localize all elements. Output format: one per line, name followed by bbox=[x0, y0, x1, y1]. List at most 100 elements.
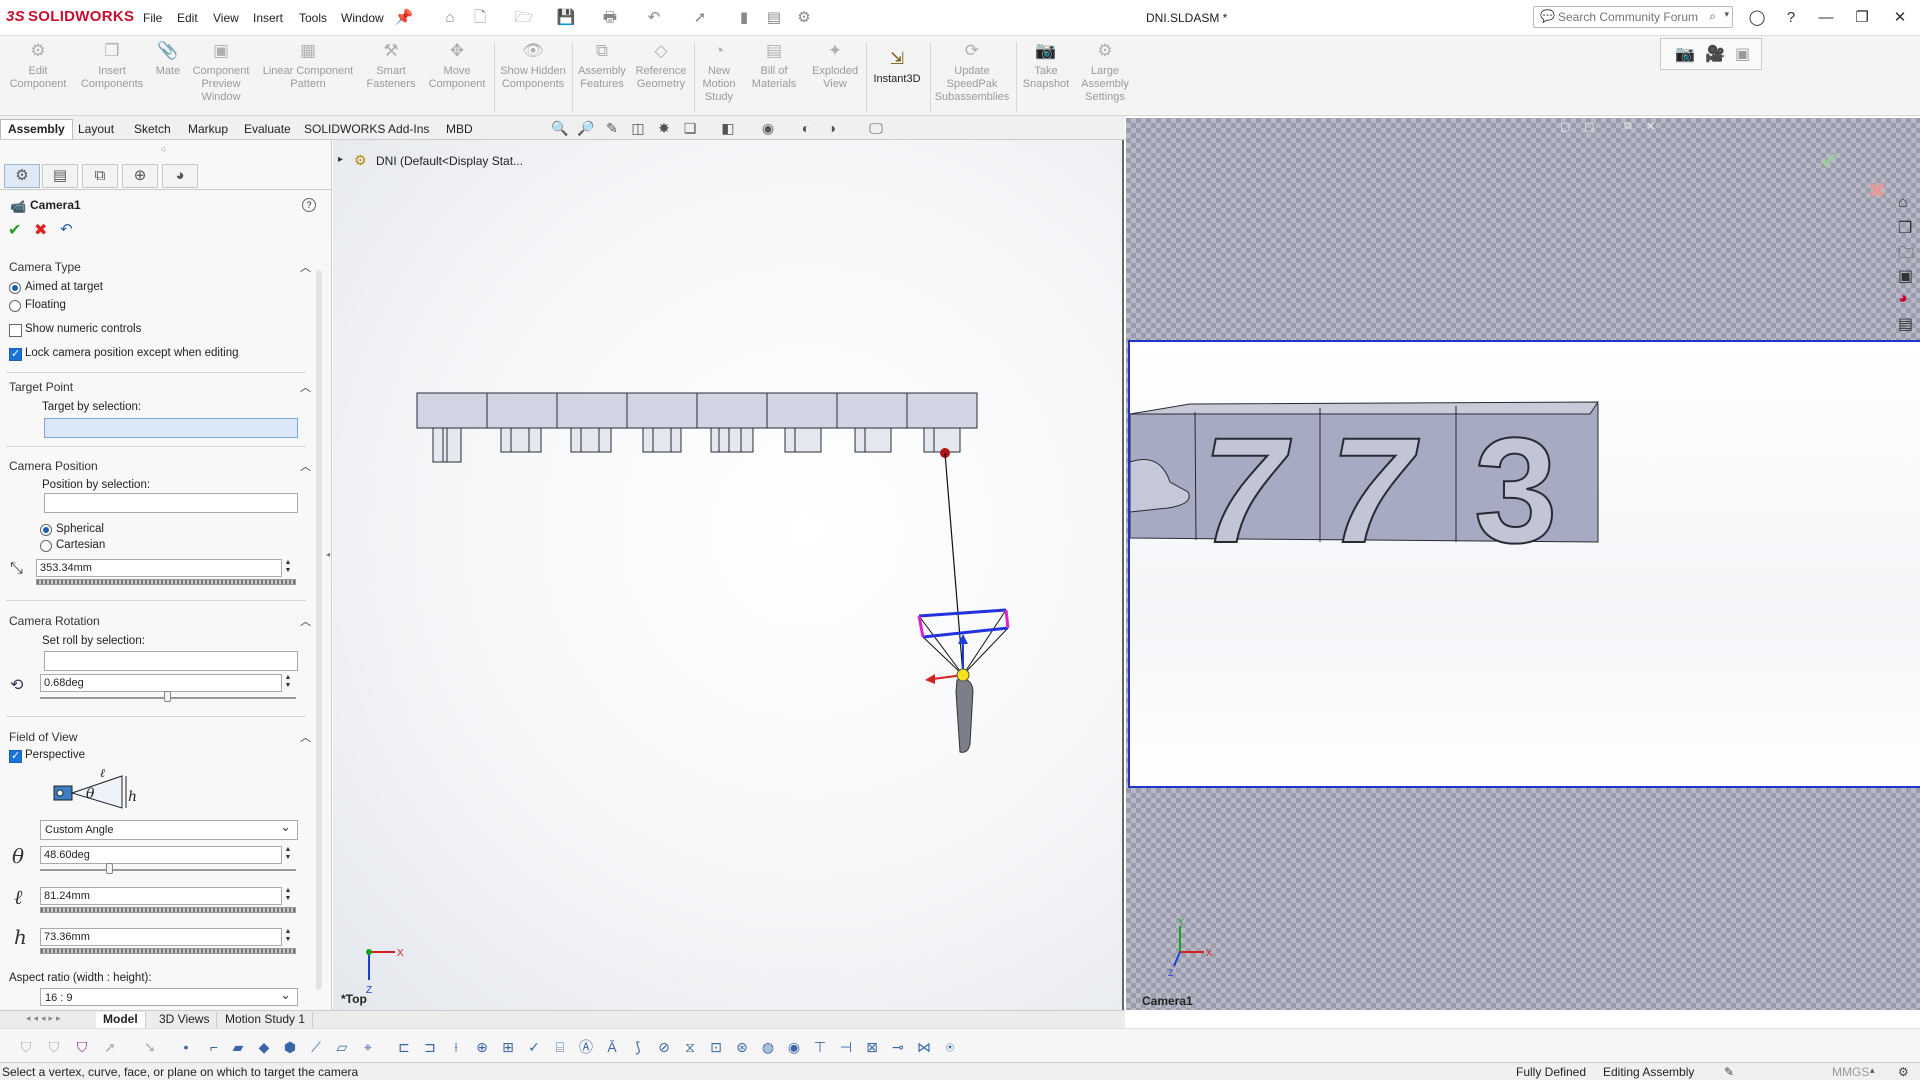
open-icon[interactable]: 🗁 bbox=[514, 8, 534, 28]
fov-height-input[interactable]: 73.36mm bbox=[40, 928, 282, 946]
instant3d-button[interactable]: ⇲ Instant3D bbox=[868, 48, 926, 86]
file-properties-icon[interactable]: ▤ bbox=[764, 8, 784, 28]
checkbox-perspective[interactable] bbox=[9, 749, 22, 763]
tab-evaluate[interactable]: Evaluate bbox=[236, 119, 299, 139]
help-icon[interactable]: ? bbox=[1777, 6, 1805, 30]
units-dropdown-icon[interactable]: ▴ bbox=[1870, 1065, 1875, 1076]
filter-sketch-icon[interactable]: ⊸ bbox=[888, 1037, 908, 1057]
filter-cosmetic-threads-icon[interactable]: ⧖ bbox=[680, 1037, 700, 1057]
collapse-caret-icon[interactable]: ︿ bbox=[300, 379, 311, 395]
roll-selection-box[interactable] bbox=[44, 651, 298, 671]
insert-components-button[interactable]: ❒ Insert Components bbox=[74, 40, 150, 91]
filter-solid-bodies-icon[interactable]: ⬢ bbox=[280, 1037, 300, 1057]
minimize-button[interactable]: — bbox=[1812, 6, 1840, 30]
select-icon[interactable]: ➚ bbox=[690, 8, 710, 28]
chevron-down-icon[interactable]: ▾ bbox=[1724, 9, 1729, 20]
cancel-x-icon[interactable]: ✖ bbox=[34, 220, 47, 240]
distance-thumbwheel[interactable] bbox=[36, 579, 296, 585]
linear-pattern-button[interactable]: ▦ Linear Component Pattern bbox=[258, 40, 358, 91]
select-all-filters-icon[interactable]: ➚ bbox=[100, 1037, 120, 1057]
filter-faces-icon[interactable]: ▰ bbox=[228, 1037, 248, 1057]
filter-toggle-icon[interactable]: ⛉ bbox=[44, 1037, 64, 1057]
filter-dowel-pin-icon[interactable]: ⊛ bbox=[732, 1037, 752, 1057]
graphics-area-top-view[interactable]: ▸ ⚙ DNI (Default<Display Stat... X Z *To… bbox=[333, 140, 1124, 1010]
move-component-button[interactable]: ✥ Move Component bbox=[424, 40, 490, 91]
filter-notes-icon[interactable]: Ⓐ bbox=[576, 1037, 596, 1057]
filter-surface-bodies-icon[interactable]: ◆ bbox=[254, 1037, 274, 1057]
viewport-window-controls[interactable]: ▢ ▢ ⧉ ✕ bbox=[1554, 120, 1664, 136]
search-icon[interactable]: ⌕ bbox=[1709, 9, 1716, 24]
restore-button[interactable]: ❐ bbox=[1848, 6, 1876, 30]
design-library-icon[interactable]: ❒ bbox=[1898, 218, 1912, 238]
menu-window[interactable]: Window bbox=[341, 11, 384, 25]
camera-position-handle[interactable] bbox=[956, 668, 970, 682]
filter-datum-targets-icon[interactable]: ⊘ bbox=[654, 1037, 674, 1057]
new-document-icon[interactable]: 🗋 bbox=[470, 8, 490, 28]
home-icon[interactable]: ⌂ bbox=[1898, 194, 1908, 212]
menu-tools[interactable]: Tools bbox=[299, 11, 327, 25]
custom-unit-settings-icon[interactable]: ⚙ bbox=[1898, 1065, 1909, 1079]
assembly-features-button[interactable]: ⧉ Assembly Features bbox=[576, 40, 628, 91]
tab-addins[interactable]: SOLIDWORKS Add-Ins bbox=[296, 119, 437, 139]
aspect-ratio-select[interactable]: 16 : 9 bbox=[40, 986, 298, 1006]
smart-fasteners-button[interactable]: ⚒ Smart Fasteners bbox=[360, 40, 422, 91]
filter-welds-icon[interactable]: ⊣ bbox=[836, 1037, 856, 1057]
tab-sketch[interactable]: Sketch bbox=[126, 119, 179, 139]
target-selection-box[interactable] bbox=[44, 418, 298, 438]
hide-show-items-icon[interactable]: ◉ bbox=[758, 119, 778, 137]
edit-component-button[interactable]: ⚙ Edit Component bbox=[4, 40, 72, 91]
search-input[interactable] bbox=[1558, 8, 1708, 26]
menu-insert[interactable]: Insert bbox=[253, 11, 283, 25]
filter-icon[interactable]: ⛉ bbox=[16, 1037, 36, 1057]
filter-temporary-axes-icon[interactable]: ⊠ bbox=[862, 1037, 882, 1057]
radio-aimed-at-target[interactable] bbox=[9, 282, 21, 294]
collapse-caret-icon[interactable]: ︿ bbox=[300, 259, 311, 275]
configuration-manager-tab-icon[interactable]: ⧉ bbox=[82, 164, 118, 188]
fov-angle-input[interactable]: 48.60deg bbox=[40, 846, 282, 864]
edit-appearance-icon[interactable]: ◐ bbox=[796, 119, 816, 137]
fov-distance-input[interactable]: 81.24mm bbox=[40, 887, 282, 905]
filter-sketch-points-icon[interactable]: ⌖ bbox=[358, 1037, 378, 1057]
update-speedpak-button[interactable]: ⟳ Update SpeedPak Subassemblies bbox=[932, 40, 1012, 104]
filter-vertices-icon[interactable]: • bbox=[176, 1037, 196, 1057]
filter-planes-icon[interactable]: ▱ bbox=[332, 1037, 352, 1057]
close-button[interactable]: ✕ bbox=[1886, 6, 1914, 30]
camera-gizmo[interactable] bbox=[917, 448, 1010, 753]
save-icon[interactable]: 💾 bbox=[556, 8, 576, 28]
collapse-panel-handle[interactable]: ◂ bbox=[326, 550, 332, 566]
camera-export-icon[interactable]: ▣ bbox=[1735, 44, 1750, 64]
filter-weld-symbols-icon[interactable]: ⟆ bbox=[628, 1037, 648, 1057]
options-gear-icon[interactable]: ⚙ bbox=[794, 8, 814, 28]
display-style-icon[interactable]: ◧ bbox=[718, 119, 738, 137]
panel-grip[interactable]: ○ bbox=[161, 144, 166, 154]
display-manager-tab-icon[interactable]: ◕ bbox=[162, 164, 198, 188]
link-views-icon[interactable]: ⧉ bbox=[1624, 120, 1632, 133]
filter-layers-icon[interactable]: ⋈ bbox=[914, 1037, 934, 1057]
single-view-icon[interactable]: ▢ bbox=[1560, 120, 1570, 133]
bill-of-materials-button[interactable]: ▤ Bill of Materials bbox=[746, 40, 802, 91]
camera-record-icon[interactable]: 🎥 bbox=[1705, 44, 1725, 64]
reference-geometry-button[interactable]: ◇ Reference Geometry bbox=[630, 40, 692, 91]
take-snapshot-button[interactable]: 📷 Take Snapshot bbox=[1018, 40, 1074, 91]
radio-cartesian[interactable] bbox=[40, 540, 52, 552]
menu-edit[interactable]: Edit bbox=[177, 11, 198, 25]
rebuild-status-icon[interactable]: ✎ bbox=[1724, 1065, 1734, 1079]
fov-slider-thumb[interactable] bbox=[106, 863, 113, 874]
filter-geometric-tolerance-icon[interactable]: ⌸ bbox=[550, 1037, 570, 1057]
filter-midpoints-icon[interactable]: ⊐ bbox=[420, 1037, 440, 1057]
fov-distance-thumbwheel[interactable] bbox=[40, 907, 296, 913]
filter-hole-icon[interactable]: ⍟ bbox=[940, 1037, 960, 1057]
roll-input[interactable]: 0.68deg bbox=[40, 674, 282, 692]
zoom-area-icon[interactable]: 🔎 bbox=[576, 119, 596, 137]
custom-properties-icon[interactable]: ▤ bbox=[1898, 314, 1913, 334]
tab-markup[interactable]: Markup bbox=[180, 119, 236, 139]
user-account-icon[interactable]: ◯ bbox=[1743, 6, 1771, 30]
menu-file[interactable]: File bbox=[143, 11, 162, 25]
tab-model[interactable]: Model bbox=[96, 1012, 146, 1028]
filter-sketch-segments-icon[interactable]: ⊏ bbox=[394, 1037, 414, 1057]
checkbox-show-numeric-controls[interactable] bbox=[9, 324, 22, 337]
apply-scene-icon[interactable]: ◑ bbox=[822, 119, 842, 137]
tab-scroll-arrows[interactable]: ◂◂◂▸▸ bbox=[26, 1013, 64, 1024]
show-hidden-button[interactable]: 👁 Show Hidden Components bbox=[498, 40, 568, 91]
rebuild-icon[interactable]: ▮ bbox=[734, 8, 754, 28]
